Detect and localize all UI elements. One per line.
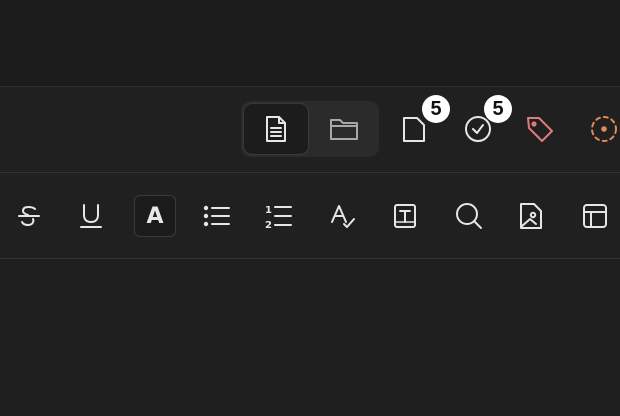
lasso-icon: [588, 113, 620, 145]
table-icon: [581, 202, 609, 230]
folder-icon: [328, 115, 360, 143]
strikethrough-icon: [16, 203, 42, 229]
tasks-count-badge: 5: [484, 95, 512, 123]
folder-view-button[interactable]: [311, 103, 377, 155]
main-toolbar: 5 5: [0, 87, 620, 173]
search-button[interactable]: [448, 195, 490, 237]
svg-text:2: 2: [265, 220, 272, 230]
page-icon: [400, 114, 428, 144]
lasso-button[interactable]: [582, 107, 620, 151]
tags-button[interactable]: [518, 107, 562, 151]
bulleted-list-button[interactable]: [196, 195, 238, 237]
text-box-button[interactable]: [384, 195, 426, 237]
tag-icon: [524, 113, 556, 145]
search-icon: [454, 201, 484, 231]
text-box-icon: [392, 202, 418, 230]
table-button[interactable]: [574, 195, 616, 237]
image-icon: [518, 201, 544, 231]
top-bar: [0, 0, 620, 87]
document-icon: [262, 114, 290, 144]
font-icon: A: [146, 203, 164, 229]
svg-text:1: 1: [265, 205, 272, 216]
bulleted-list-icon: [202, 203, 232, 229]
font-button[interactable]: A: [134, 195, 176, 237]
spellcheck-button[interactable]: [322, 195, 364, 237]
pages-count-badge: 5: [422, 95, 450, 123]
spellcheck-icon: [329, 202, 357, 230]
document-view-button[interactable]: [243, 103, 309, 155]
numbered-list-button[interactable]: 1 2: [258, 195, 300, 237]
insert-image-button[interactable]: [510, 195, 552, 237]
format-toolbar: A 1 2: [0, 173, 620, 259]
strikethrough-button[interactable]: [8, 195, 50, 237]
underline-icon: [78, 202, 104, 230]
numbered-list-icon: 1 2: [264, 202, 294, 230]
document-canvas[interactable]: [0, 259, 620, 416]
view-toggle: [241, 101, 379, 157]
underline-button[interactable]: [70, 195, 112, 237]
